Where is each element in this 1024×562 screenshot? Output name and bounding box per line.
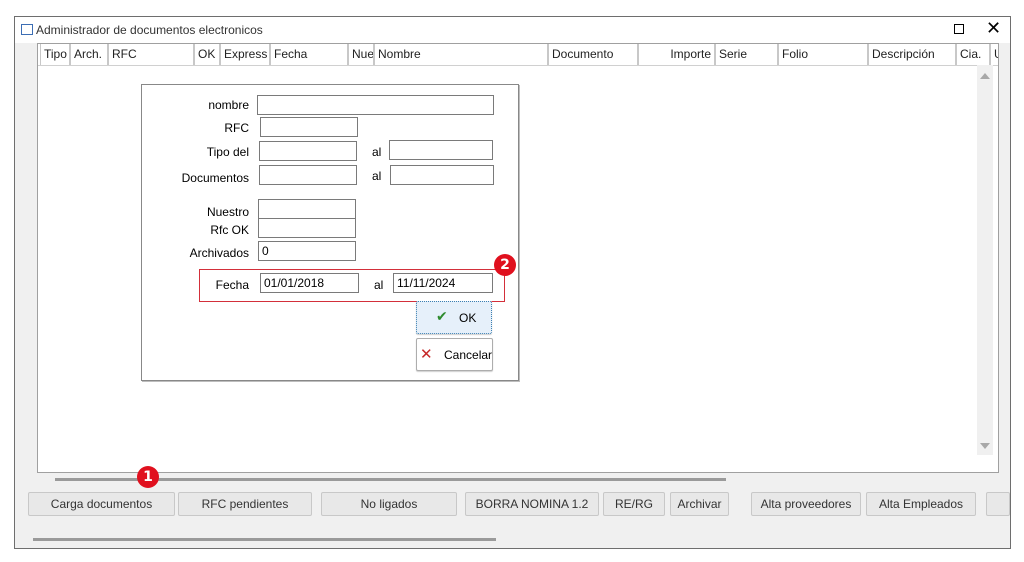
fecha-hasta-input[interactable]: [393, 273, 493, 293]
cancel-x-icon: ✕: [420, 345, 433, 363]
column-header-ok[interactable]: OK: [194, 44, 220, 65]
checkmark-icon: ✔: [436, 309, 448, 325]
vertical-scrollbar[interactable]: [977, 65, 993, 455]
column-header-documento[interactable]: Documento: [548, 44, 638, 65]
ok-button-label: OK: [459, 311, 477, 325]
column-header-folio[interactable]: Folio: [778, 44, 868, 65]
filter-dialog: nombre RFC Tipo del al Documentos al Nue…: [141, 84, 519, 381]
documentos-label: Documentos: [181, 171, 249, 185]
tipo-al-input[interactable]: [389, 140, 493, 160]
column-header-fecha[interactable]: Fecha: [270, 44, 348, 65]
column-header-cia[interactable]: Cia.: [956, 44, 990, 65]
column-header-descripcion[interactable]: Descripción: [868, 44, 956, 65]
column-header-importe[interactable]: Importe: [638, 44, 715, 65]
app-icon: [21, 24, 33, 35]
title-bar: Administrador de documentos electronicos…: [15, 17, 1010, 43]
fecha-label: Fecha: [215, 278, 249, 292]
rfc-ok-input[interactable]: [258, 218, 356, 238]
column-header-arch[interactable]: Arch.: [70, 44, 108, 65]
scroll-down-icon[interactable]: [980, 443, 990, 449]
cancel-button-label: Cancelar: [444, 348, 493, 362]
step-1-badge: 1: [137, 466, 159, 488]
rfc-ok-label: Rfc OK: [210, 223, 249, 237]
column-header-tipo[interactable]: Tipo: [40, 44, 70, 65]
scroll-up-icon[interactable]: [980, 73, 990, 79]
archivados-label: Archivados: [189, 246, 249, 260]
step-2-badge: 2: [494, 254, 516, 276]
ok-button[interactable]: ✔ OK: [416, 301, 492, 334]
archivar-button[interactable]: Archivar: [670, 492, 729, 516]
tipo-del-input[interactable]: [259, 141, 357, 161]
rfc-label: RFC: [224, 121, 249, 135]
column-header-express[interactable]: Express: [220, 44, 270, 65]
fecha-desde-input[interactable]: [260, 273, 359, 293]
nuestro-label: Nuestro: [206, 205, 249, 219]
borra-nomina-button[interactable]: BORRA NOMINA 1.2: [465, 492, 599, 516]
column-header-u[interactable]: U: [990, 44, 998, 65]
app-window: Administrador de documentos electronicos…: [14, 16, 1011, 549]
nuestro-input[interactable]: [258, 199, 356, 219]
column-header-nue[interactable]: Nue: [348, 44, 374, 65]
alta-proveedores-button[interactable]: Alta proveedores: [751, 492, 861, 516]
grid-header: Tipo Arch. RFC OK Express Fecha Nue Nomb…: [38, 44, 998, 66]
documentos-al-label: al: [372, 169, 382, 183]
nombre-label: nombre: [208, 98, 249, 112]
close-icon[interactable]: ✕: [986, 18, 1001, 38]
carga-documentos-button[interactable]: Carga documentos: [28, 492, 175, 516]
bottom-scrollbar-thumb[interactable]: [33, 538, 496, 541]
rfc-input[interactable]: [260, 117, 358, 137]
no-ligados-button[interactable]: No ligados: [321, 492, 457, 516]
tipo-del-label: Tipo del: [206, 145, 249, 159]
alta-empleados-button[interactable]: Alta Empleados: [866, 492, 976, 516]
column-header-serie[interactable]: Serie: [715, 44, 778, 65]
window-title: Administrador de documentos electronicos: [36, 23, 263, 37]
maximize-icon[interactable]: [954, 24, 964, 34]
cancel-button[interactable]: ✕ Cancelar: [416, 338, 493, 371]
rfc-pendientes-button[interactable]: RFC pendientes: [178, 492, 312, 516]
more-button[interactable]: [986, 492, 1010, 516]
archivados-input[interactable]: [258, 241, 356, 261]
column-header-nombre[interactable]: Nombre: [374, 44, 548, 65]
tipo-al-label: al: [372, 145, 382, 159]
nombre-input[interactable]: [257, 95, 494, 115]
column-header-rfc[interactable]: RFC: [108, 44, 194, 65]
documentos-input[interactable]: [259, 165, 357, 185]
fecha-al-label: al: [374, 278, 384, 292]
documentos-al-input[interactable]: [390, 165, 494, 185]
re-rg-button[interactable]: RE/RG: [603, 492, 665, 516]
